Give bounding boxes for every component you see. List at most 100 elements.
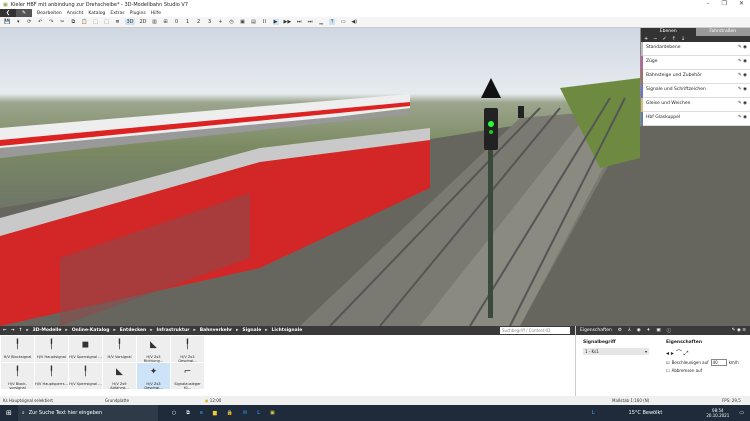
catalog-item[interactable]: ╿ H/V Block-vorsignal: [1, 363, 34, 390]
toolbar-button[interactable]: ▶: [272, 19, 279, 25]
toolbar-button[interactable]: ⬚: [92, 19, 98, 25]
layer-edit-visibility-icon[interactable]: ✎ ◉: [738, 87, 747, 92]
layer-edit-visibility-icon[interactable]: ✎ ◉: [738, 73, 747, 78]
close-button[interactable]: ✕: [739, 0, 744, 7]
3d-viewport[interactable]: [0, 28, 750, 326]
layer-edit-visibility-icon[interactable]: ✎ ◉: [738, 45, 747, 50]
toolbar-button[interactable]: ▁: [318, 19, 324, 25]
catalog-item-label: H/V Hauptsperrs...: [35, 382, 68, 386]
signal-select[interactable]: 1 - Ks1 ▾: [583, 348, 649, 355]
toolbar-button[interactable]: ✂: [59, 19, 65, 25]
menu-extras[interactable]: Extras: [110, 11, 124, 16]
catalog-item-label: H/V Vorsignal: [107, 355, 132, 359]
toolbar-button[interactable]: 2D: [140, 19, 147, 25]
accel-input[interactable]: 40: [710, 359, 727, 366]
menu-plugins[interactable]: Plugins: [130, 11, 146, 16]
menu-ansicht[interactable]: Ansicht: [67, 11, 84, 16]
toolbar-button[interactable]: ▥: [152, 19, 158, 25]
breadcrumb-item[interactable]: Bahnverkehr: [200, 328, 232, 333]
tab-ebenen[interactable]: Ebenen: [641, 28, 696, 36]
toolbar-button[interactable]: ≣: [114, 19, 120, 25]
toolbar-button[interactable]: ↷: [48, 19, 54, 25]
back-icon[interactable]: ❮: [0, 9, 16, 17]
layer-item[interactable]: Züge ✎ ◉: [641, 56, 750, 70]
toolbar-button[interactable]: 3D: [125, 19, 135, 25]
start-icon[interactable]: ⊞: [6, 409, 12, 417]
clock[interactable]: 08:54 20.10.2021: [706, 408, 729, 418]
catalog-item[interactable]: ✦ H/V Zs3 Geschwi...: [137, 363, 170, 390]
layer-edit-visibility-icon[interactable]: ✎ ◉: [738, 59, 747, 64]
accel-checkbox[interactable]: ☑: [666, 360, 670, 365]
layer-item[interactable]: Gleise und Weichen ✎ ◉: [641, 98, 750, 112]
forward-icon[interactable]: →: [11, 328, 15, 333]
layer-item[interactable]: Standardebene ✎ ◉: [641, 42, 750, 56]
toolbar-button[interactable]: 📋: [81, 19, 87, 25]
catalog-item[interactable]: ╿ H/V Blocksignal: [1, 336, 34, 362]
notification-icon[interactable]: ▭: [739, 410, 744, 416]
layer-item[interactable]: Hbf Glaskuppel ✎ ◉: [641, 112, 750, 126]
taskbar-search[interactable]: ⌕ Zur Suche Text hier eingeben: [17, 405, 158, 421]
brake-checkbox[interactable]: ☐: [666, 368, 670, 373]
layer-edit-visibility-icon[interactable]: ✎ ◉: [738, 101, 747, 106]
toolbar-button[interactable]: ↶: [37, 19, 43, 25]
menu-bearbeiten[interactable]: Bearbeiten: [37, 11, 62, 16]
catalog-item-label: H/V Block-vorsignal: [8, 382, 27, 390]
toolbar-button[interactable]: ▣: [240, 19, 246, 25]
menu-katalog[interactable]: Katalog: [88, 11, 105, 16]
catalog-item[interactable]: ⌐ Signalausleger fü...: [171, 363, 204, 390]
toolbar-button[interactable]: ▤: [251, 19, 257, 25]
catalog-item[interactable]: ╿ H/V Vorsignal: [103, 336, 136, 362]
app-l-icon[interactable]: L: [592, 410, 595, 416]
toolbar-button[interactable]: ⊞: [163, 19, 169, 25]
toolbar-button[interactable]: 0: [174, 19, 180, 25]
catalog-item[interactable]: ╿ H/V Sperrsignal ...: [69, 363, 102, 389]
catalog-item[interactable]: ◣ H/V Zs9 Abfahrst...: [103, 363, 136, 390]
breadcrumb-item[interactable]: Infrastruktur: [157, 328, 190, 333]
back-icon[interactable]: ←: [3, 328, 7, 333]
toolbar-button[interactable]: ▭: [340, 19, 346, 25]
toolbar-button[interactable]: +: [218, 19, 224, 25]
signal-model-icon: ╿: [48, 367, 55, 377]
catalog-item[interactable]: ◣ H/V Zs3 Richtung...: [137, 336, 170, 363]
toolbar-button[interactable]: ⧉: [70, 19, 76, 25]
toolbar-button[interactable]: 3: [207, 19, 213, 25]
breadcrumb-item[interactable]: Online-Katalog: [72, 328, 110, 333]
tab-fahrstrassen[interactable]: Fahrstraßen: [695, 28, 750, 36]
breadcrumb-item[interactable]: 3D-Modelle: [33, 328, 62, 333]
toolbar-button[interactable]: ◷: [229, 19, 235, 25]
toolbar-button[interactable]: II: [262, 19, 268, 25]
catalog-item[interactable]: ╿ H/V Zs3 Geschwi...: [171, 336, 204, 363]
breadcrumb-item[interactable]: Lichtsignale: [272, 328, 303, 333]
toolbar-button[interactable]: 2: [196, 19, 202, 25]
toolbar-button[interactable]: ⬚: [103, 19, 109, 25]
restore-button[interactable]: ❐: [722, 0, 727, 7]
toolbar-button[interactable]: 1: [185, 19, 191, 25]
toolbar-button[interactable]: ▾: [15, 19, 21, 25]
breadcrumb-item[interactable]: Entdecken: [120, 328, 147, 333]
toolbar-button[interactable]: ◀): [351, 19, 357, 25]
direction-buttons[interactable]: ◂ ▸ ⌒ ⤢: [666, 348, 689, 358]
layer-item[interactable]: Signale und Schriftzeichen ✎ ◉: [641, 84, 750, 98]
layer-item[interactable]: Bahnsteige und Zubehör ✎ ◉: [641, 70, 750, 84]
toolbar-button[interactable]: ⟳: [26, 19, 32, 25]
menu-hilfe[interactable]: Hilfe: [151, 11, 161, 16]
layer-edit-visibility-icon[interactable]: ✎ ◉: [738, 115, 747, 120]
toolbar-button[interactable]: ⏭: [296, 19, 302, 25]
edit-mode-icon[interactable]: ✎: [16, 9, 32, 17]
catalog-item[interactable]: ╿ H/V Hauptsperrs...: [35, 363, 68, 389]
up-icon[interactable]: ↑: [19, 328, 23, 333]
catalog-item[interactable]: ◼ H/V Sperrsignal ...: [69, 336, 102, 362]
catalog-item[interactable]: ╿ H/V Hauptsignal: [35, 336, 68, 362]
layer-color: [641, 42, 643, 56]
search-input[interactable]: Suchbegriff / Content-ID: [500, 327, 570, 334]
weather[interactable]: 15°C Bewölkt: [629, 410, 663, 416]
minimize-button[interactable]: –: [707, 0, 710, 7]
taskbar-apps[interactable]: ○ ⧉ e ▆ 🔒 ✉ L ▣: [172, 410, 275, 416]
menu-bar: ❮ ✎ Bearbeiten Ansicht Katalog Extras Pl…: [0, 9, 750, 17]
toolbar-button[interactable]: ⏭: [307, 19, 313, 25]
toolbar-button[interactable]: ▶▶: [284, 19, 292, 25]
toolbar-button[interactable]: ⤒: [329, 19, 336, 25]
breadcrumb-item[interactable]: Signale: [242, 328, 261, 333]
breadcrumb-separator: ▸: [150, 328, 153, 333]
toolbar-button[interactable]: 💾: [4, 19, 10, 25]
